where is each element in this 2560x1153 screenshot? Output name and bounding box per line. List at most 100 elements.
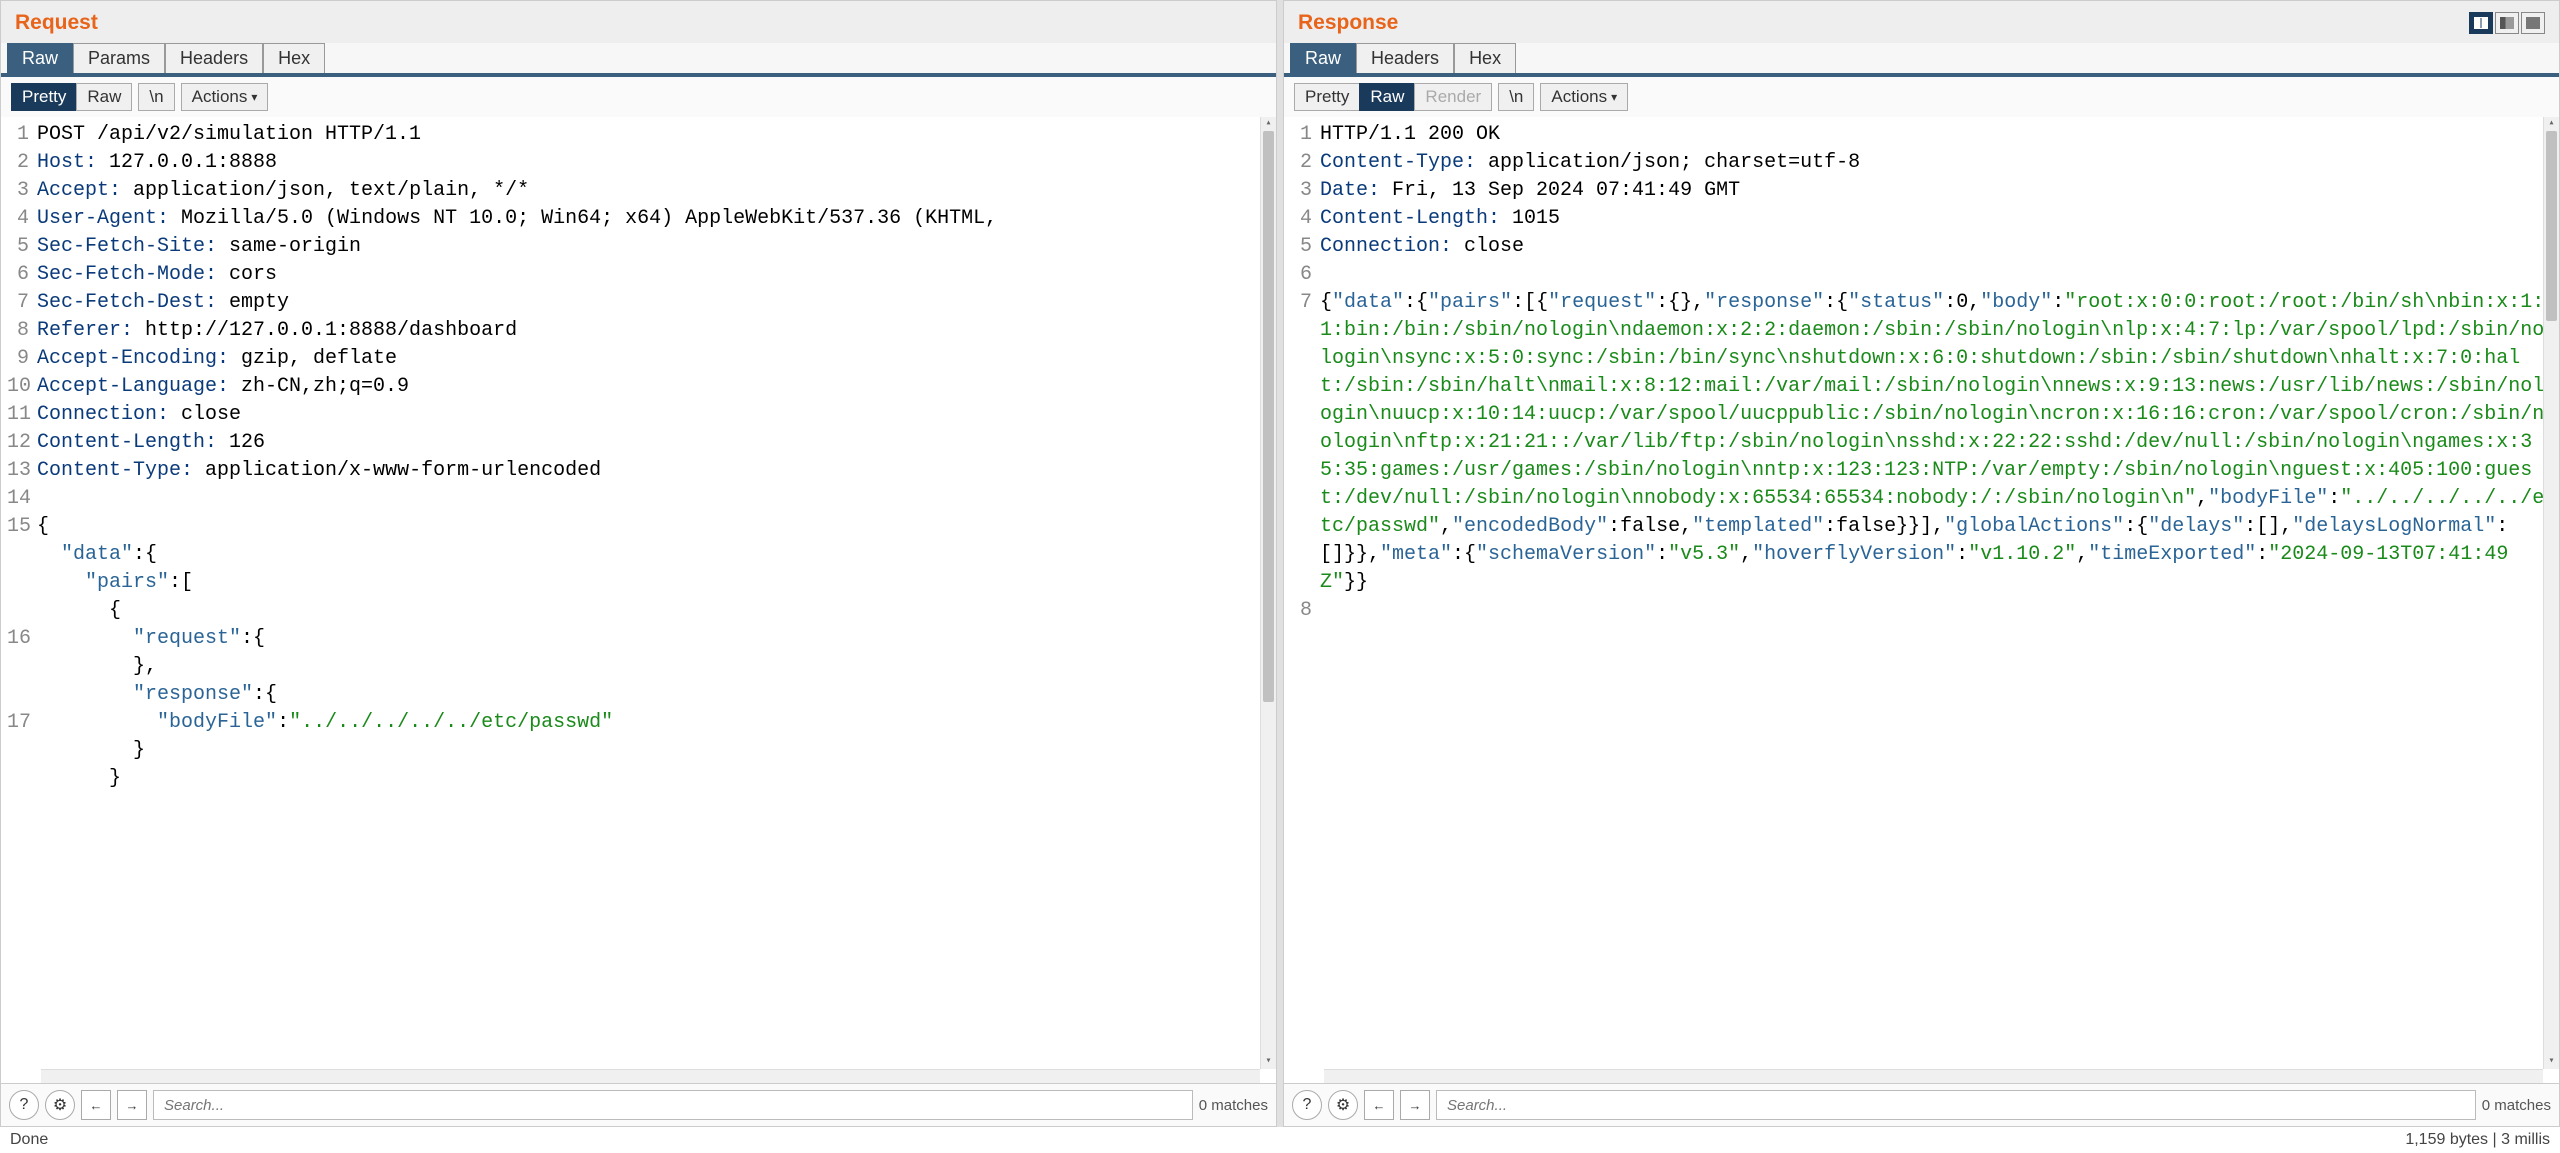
render-button[interactable]: Render xyxy=(1414,83,1492,111)
split-view-button[interactable] xyxy=(2469,12,2493,34)
tab-headers[interactable]: Headers xyxy=(165,43,263,73)
code-content: Sec-Fetch-Dest: empty xyxy=(37,289,1270,317)
code-line: 7Sec-Fetch-Dest: empty xyxy=(1,289,1276,317)
tab-headers[interactable]: Headers xyxy=(1356,43,1454,73)
prev-match-button[interactable]: ← xyxy=(81,1090,111,1120)
search-input[interactable] xyxy=(153,1090,1193,1120)
code-line: 9Accept-Encoding: gzip, deflate xyxy=(1,345,1276,373)
help-icon[interactable]: ? xyxy=(1292,1090,1322,1120)
scrollbar-thumb[interactable] xyxy=(2546,131,2557,321)
newline-toggle[interactable]: \n xyxy=(1498,83,1534,111)
raw-button[interactable]: Raw xyxy=(1359,83,1414,111)
actions-dropdown[interactable]: Actions ▾ xyxy=(181,83,269,111)
code-content: Date: Fri, 13 Sep 2024 07:41:49 GMT xyxy=(1320,177,2553,205)
h-scrollbar[interactable] xyxy=(41,1069,1260,1083)
next-match-button[interactable]: → xyxy=(117,1090,147,1120)
line-number: 8 xyxy=(1290,597,1320,625)
line-number: 13 xyxy=(7,457,37,485)
gear-icon[interactable]: ⚙ xyxy=(45,1090,75,1120)
code-content: Content-Type: application/json; charset=… xyxy=(1320,149,2553,177)
search-input[interactable] xyxy=(1436,1090,2476,1120)
line-number: 8 xyxy=(7,317,37,345)
view-layout-toggles xyxy=(2469,12,2545,34)
code-line: 11Connection: close xyxy=(1,401,1276,429)
code-content: } xyxy=(37,737,1270,765)
status-left: Done xyxy=(10,1131,48,1149)
next-match-button[interactable]: → xyxy=(1400,1090,1430,1120)
code-line: "response":{ xyxy=(1,681,1276,709)
code-content: Accept-Encoding: gzip, deflate xyxy=(37,345,1270,373)
code-line: 3Accept: application/json, text/plain, *… xyxy=(1,177,1276,205)
code-content: POST /api/v2/simulation HTTP/1.1 xyxy=(37,121,1270,149)
scroll-down-icon[interactable]: ▾ xyxy=(2544,1055,2559,1069)
scrollbar-thumb[interactable] xyxy=(1263,131,1274,702)
request-header: Request xyxy=(1,1,1276,43)
request-body[interactable]: 1POST /api/v2/simulation HTTP/1.12Host: … xyxy=(1,117,1276,1069)
code-content: Accept-Language: zh-CN,zh;q=0.9 xyxy=(37,373,1270,401)
code-line: 15{ xyxy=(1,513,1276,541)
scrollbar[interactable]: ▴ ▾ xyxy=(2543,117,2559,1069)
code-line: 5Connection: close xyxy=(1284,233,2559,261)
scroll-up-icon[interactable]: ▴ xyxy=(2544,117,2559,131)
scrollbar[interactable]: ▴ ▾ xyxy=(1260,117,1276,1069)
code-content: "response":{ xyxy=(37,681,1270,709)
response-header: Response xyxy=(1284,1,2559,43)
code-line: 2Content-Type: application/json; charset… xyxy=(1284,149,2559,177)
pretty-button[interactable]: Pretty xyxy=(11,83,76,111)
raw-button[interactable]: Raw xyxy=(76,83,132,111)
line-number: 15 xyxy=(7,513,37,541)
right-view-button[interactable] xyxy=(2521,12,2545,34)
request-panel: Request Raw Params Headers Hex Pretty Ra… xyxy=(0,0,1277,1127)
code-line: 6Sec-Fetch-Mode: cors xyxy=(1,261,1276,289)
response-body[interactable]: 1HTTP/1.1 200 OK2Content-Type: applicati… xyxy=(1284,117,2559,1069)
tab-hex[interactable]: Hex xyxy=(1454,43,1516,73)
tab-params[interactable]: Params xyxy=(73,43,165,73)
line-number: 16 xyxy=(7,625,37,653)
actions-dropdown[interactable]: Actions ▾ xyxy=(1540,83,1628,111)
code-content: } xyxy=(37,765,1270,793)
code-line: 12Content-Length: 126 xyxy=(1,429,1276,457)
line-number: 5 xyxy=(7,233,37,261)
gear-icon[interactable]: ⚙ xyxy=(1328,1090,1358,1120)
line-number: 5 xyxy=(1290,233,1320,261)
tab-raw[interactable]: Raw xyxy=(1290,43,1356,73)
code-line: } xyxy=(1,737,1276,765)
scroll-down-icon[interactable]: ▾ xyxy=(1261,1055,1276,1069)
code-content: "pairs":[ xyxy=(37,569,1270,597)
line-number: 9 xyxy=(7,345,37,373)
code-line: 1HTTP/1.1 200 OK xyxy=(1284,121,2559,149)
code-line: 13Content-Type: application/x-www-form-u… xyxy=(1,457,1276,485)
match-count: 0 matches xyxy=(1199,1097,1268,1114)
code-content: {"data":{"pairs":[{"request":{},"respons… xyxy=(1320,289,2553,597)
code-line: 17 "bodyFile":"../../../../../etc/passwd… xyxy=(1,709,1276,737)
left-view-button[interactable] xyxy=(2495,12,2519,34)
code-content: "data":{ xyxy=(37,541,1270,569)
request-toolbar: Pretty Raw \n Actions ▾ xyxy=(1,77,1276,117)
code-line: 16 "request":{ xyxy=(1,625,1276,653)
code-line: } xyxy=(1,765,1276,793)
line-number: 4 xyxy=(7,205,37,233)
tab-hex[interactable]: Hex xyxy=(263,43,325,73)
line-number: 2 xyxy=(1290,149,1320,177)
code-line: 3Date: Fri, 13 Sep 2024 07:41:49 GMT xyxy=(1284,177,2559,205)
request-tabs: Raw Params Headers Hex xyxy=(1,43,1276,77)
request-title: Request xyxy=(15,11,98,35)
code-content: "bodyFile":"../../../../../etc/passwd" xyxy=(37,709,1270,737)
match-count: 0 matches xyxy=(2482,1097,2551,1114)
line-number: 3 xyxy=(1290,177,1320,205)
code-content: }, xyxy=(37,653,1270,681)
code-line: 5Sec-Fetch-Site: same-origin xyxy=(1,233,1276,261)
line-number: 6 xyxy=(7,261,37,289)
h-scrollbar[interactable] xyxy=(1324,1069,2543,1083)
code-line: 7{"data":{"pairs":[{"request":{},"respon… xyxy=(1284,289,2559,597)
code-content: { xyxy=(37,513,1270,541)
code-content: HTTP/1.1 200 OK xyxy=(1320,121,2553,149)
tab-raw[interactable]: Raw xyxy=(7,43,73,73)
code-line: { xyxy=(1,597,1276,625)
newline-toggle[interactable]: \n xyxy=(138,83,174,111)
help-icon[interactable]: ? xyxy=(9,1090,39,1120)
code-line: 8Referer: http://127.0.0.1:8888/dashboar… xyxy=(1,317,1276,345)
scroll-up-icon[interactable]: ▴ xyxy=(1261,117,1276,131)
prev-match-button[interactable]: ← xyxy=(1364,1090,1394,1120)
pretty-button[interactable]: Pretty xyxy=(1294,83,1359,111)
